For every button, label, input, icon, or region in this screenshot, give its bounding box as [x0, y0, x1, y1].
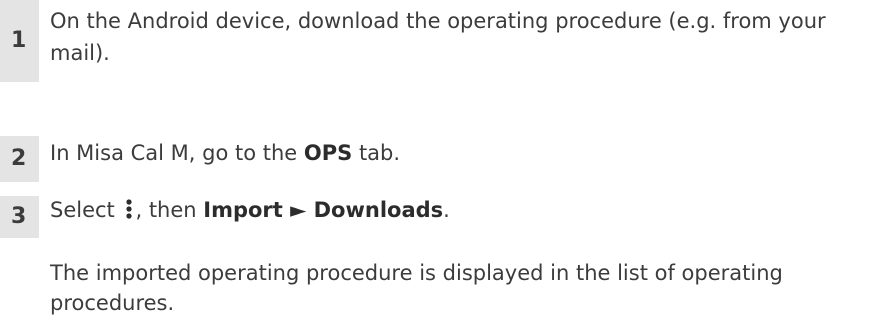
step-2-text-before: In Misa Cal M, go to the [50, 141, 304, 165]
more-vert-icon [126, 199, 133, 219]
step-3-result: The imported operating procedure is disp… [50, 261, 783, 315]
step-text-1: On the Android device, download the oper… [50, 5, 880, 69]
step-text-2: In Misa Cal M, go to the OPS tab. [50, 137, 880, 169]
ops-tab-label: OPS [303, 141, 353, 165]
step-3-text-after: . [443, 198, 450, 222]
step-3-text-before: Select [50, 198, 122, 222]
import-menu-label: Import [203, 198, 283, 222]
step-number-2: 2 [0, 136, 39, 182]
step-1-instruction: On the Android device, download the oper… [50, 9, 826, 65]
downloads-menu-label: Downloads [313, 198, 444, 222]
step-2-text-after: tab. [352, 141, 401, 165]
step-number-3: 3 [0, 196, 39, 238]
step-text-3: Select , then Import ► Downloads. [50, 194, 880, 226]
step-number-1: 1 [0, 0, 39, 82]
menu-arrow: ► [282, 198, 314, 222]
step-3-text-mid: , then [135, 198, 204, 222]
